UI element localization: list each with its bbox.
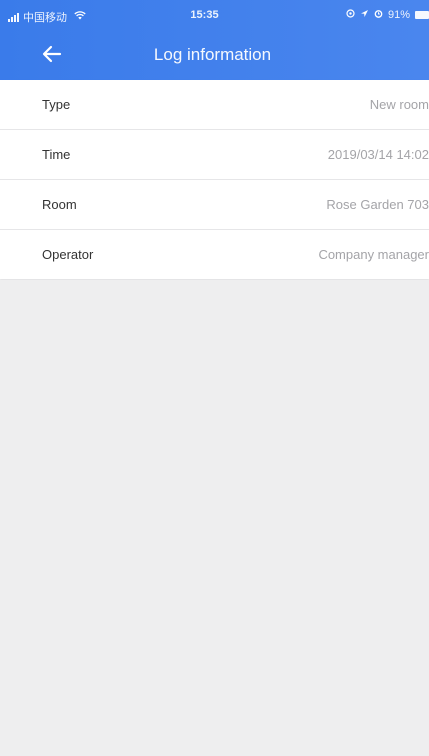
battery-icon [415,11,429,19]
info-row-room: Room Rose Garden 703 [0,180,429,230]
arrow-icon [360,9,369,21]
navigation-bar: Log information [0,36,429,76]
info-value: Rose Garden 703 [326,197,429,212]
info-label: Time [42,147,71,162]
info-row-type: Type New room [0,80,429,130]
info-row-time: Time 2019/03/14 14:02 [0,130,429,180]
info-value: Company manager [318,247,429,262]
location-icon [346,9,355,21]
empty-content-area [0,280,429,756]
status-bar: 中国移动 15:35 91% [0,0,429,30]
alarm-icon [374,9,383,21]
battery-percent: 91% [387,9,410,21]
info-value: 2019/03/14 14:02 [327,147,429,162]
info-label: Operator [42,247,94,262]
app-header: 中国移动 15:35 91% Log information [0,0,429,80]
info-label: Type [42,97,71,112]
status-right: 91% [346,9,429,21]
log-info-list: Type New room Time 2019/03/14 14:02 Room… [0,80,429,279]
page-title: Log information [153,45,272,64]
info-row-operator: Operator Company manager [0,230,429,279]
info-value: New room [369,97,429,112]
info-label: Room [42,197,77,212]
